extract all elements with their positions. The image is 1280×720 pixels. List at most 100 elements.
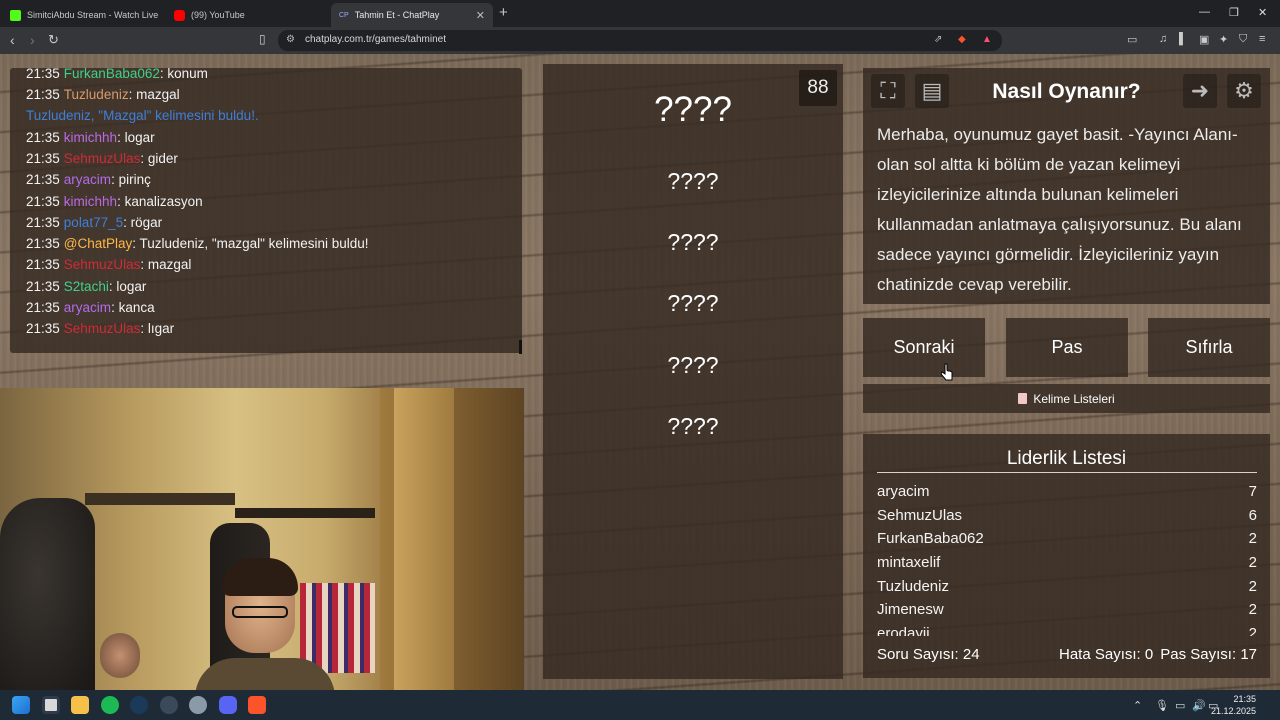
sidebar-icon[interactable]: ▌ — [1179, 33, 1187, 45]
leaderboard-row: FurkanBaba062 2 — [877, 527, 1257, 551]
chat-message: 21:35 polat77_5: rögar — [26, 215, 162, 230]
word-lists-button[interactable]: Kelime Listeleri — [863, 384, 1270, 413]
settings-gear-icon[interactable]: ⚙ — [1227, 74, 1261, 108]
leo-ai-icon[interactable]: ✦ — [1219, 33, 1228, 46]
chat-username[interactable]: @ChatPlay — [64, 236, 132, 251]
tray-chevron-icon[interactable]: ⌃ — [1133, 699, 1142, 712]
mouse-cursor-icon — [941, 363, 953, 381]
next-button[interactable]: Sonraki — [863, 318, 985, 377]
discord-icon[interactable] — [219, 696, 237, 714]
chat-separator: : — [140, 321, 148, 336]
kick-favicon-icon — [10, 9, 21, 21]
leaderboard-row: erodayii 2 — [877, 622, 1257, 636]
chat-message: 21:35 aryacim: pirinç — [26, 172, 151, 187]
tab-title: SimitciAbdu Stream - Watch Live on | — [27, 10, 158, 20]
file-explorer-icon[interactable] — [71, 696, 89, 714]
chat-timestamp: 21:35 — [26, 257, 60, 272]
tab-kick[interactable]: SimitciAbdu Stream - Watch Live on | — [2, 3, 166, 27]
windows-start-icon[interactable] — [12, 696, 30, 714]
spotify-icon[interactable] — [101, 696, 119, 714]
minimize-icon[interactable]: — — [1199, 6, 1210, 18]
leaderboard-name: mintaxelif — [877, 554, 941, 572]
tab-chatplay[interactable]: CP Tahmin Et - ChatPlay ✕ — [331, 3, 493, 27]
menu-icon[interactable]: ≡ — [1259, 33, 1265, 45]
chat-separator: : — [140, 151, 148, 166]
youtube-favicon-icon — [174, 9, 185, 21]
word-lists-label: Kelime Listeleri — [1033, 391, 1115, 406]
bookmark-icon[interactable]: ▯ — [259, 32, 266, 46]
settings-icon[interactable] — [189, 696, 207, 714]
chat-text: kanalizasyon — [124, 194, 203, 209]
brave-shields-icon[interactable]: ◆ — [958, 34, 966, 45]
chat-text: kanca — [118, 300, 155, 315]
share-icon[interactable]: ⇗ — [934, 34, 942, 45]
wallet-icon[interactable]: ▣ — [1199, 33, 1209, 46]
leaderboard-name: erodayii — [877, 625, 930, 636]
reset-button[interactable]: Sıfırla — [1148, 318, 1270, 377]
chat-text: pirinç — [118, 172, 151, 187]
store-icon[interactable] — [42, 696, 60, 714]
chat-scrollbar[interactable] — [519, 340, 522, 354]
url-text[interactable]: chatplay.com.tr/games/tahminet — [305, 34, 446, 45]
reload-icon[interactable]: ↻ — [48, 32, 59, 48]
chat-text: konum — [167, 66, 208, 81]
chat-username[interactable]: aryacim — [64, 300, 111, 315]
leaderboard-title: Liderlik Listesi — [1006, 448, 1127, 469]
system-clock[interactable]: 21:35 21.12.2025 — [1211, 693, 1256, 717]
chat-username[interactable]: SehmuzUlas — [64, 151, 141, 166]
chat-message: 21:35 SehmuzUlas: mazgal — [26, 257, 191, 272]
app-icon[interactable] — [160, 696, 178, 714]
chat-text: mazgal — [147, 257, 192, 272]
chat-username[interactable]: FurkanBaba062 — [64, 66, 160, 81]
back-icon[interactable]: ‹ — [10, 32, 15, 48]
clock-time: 21:35 — [1233, 694, 1256, 704]
restore-icon[interactable]: ❐ — [1229, 6, 1239, 19]
chat-message: 21:35 aryacim: kanca — [26, 300, 155, 315]
brave-browser-icon[interactable] — [248, 696, 266, 714]
leaderboard-score: 2 — [1248, 554, 1257, 572]
chat-timestamp: 21:35 — [26, 300, 60, 315]
chat-username[interactable]: kimichhh — [64, 194, 117, 209]
chat-system-message: Tuzludeniz, "Mazgal" kelimesini buldu!. — [26, 108, 259, 123]
tab-youtube[interactable]: (99) YouTube — [166, 3, 330, 27]
chat-username[interactable]: polat77_5 — [64, 215, 123, 230]
network-icon[interactable]: ▭ — [1175, 699, 1185, 712]
forward-icon[interactable]: › — [30, 32, 35, 48]
clock-date: 21.12.2025 — [1210, 706, 1256, 716]
volume-icon[interactable]: 🔊 — [1192, 699, 1206, 712]
chat-timestamp: 21:35 — [26, 66, 60, 81]
chat-username[interactable]: S2tachi — [64, 279, 109, 294]
chat-username[interactable]: SehmuzUlas — [64, 257, 141, 272]
book-icon — [1018, 393, 1028, 404]
site-info-icon[interactable]: ⚙ — [286, 34, 295, 45]
pass-button[interactable]: Pas — [1006, 318, 1128, 377]
leaderboard-name: FurkanBaba062 — [877, 530, 984, 548]
chat-message: 21:35 SehmuzUlas: gider — [26, 151, 178, 166]
chat-text: lıgar — [147, 321, 175, 336]
forbidden-word: ???? — [667, 352, 719, 378]
chat-text: Tuzludeniz, "mazgal" kelimesini buldu! — [139, 236, 369, 251]
logout-icon[interactable]: ➜ — [1183, 74, 1217, 108]
vpn-icon[interactable]: ⛉ — [1239, 33, 1247, 46]
chat-username[interactable]: SehmuzUlas — [64, 321, 141, 336]
close-window-icon[interactable]: ✕ — [1258, 6, 1267, 19]
error-count: Hata Sayısı: 0 — [1059, 646, 1154, 663]
close-tab-icon[interactable]: ✕ — [476, 9, 485, 22]
forbidden-word: ???? — [667, 168, 719, 194]
chat-username[interactable]: kimichhh — [64, 130, 117, 145]
chat-separator: : — [117, 194, 125, 209]
chat-username[interactable]: Tuzludeniz — [64, 87, 129, 102]
reader-mode-icon[interactable]: ▭ — [1127, 33, 1137, 46]
microphone-icon[interactable]: 🎙 — [1155, 699, 1169, 712]
leaderboard-list[interactable]: aryacim 7 SehmuzUlas 6 FurkanBaba062 2 mintaxe… — [877, 480, 1257, 636]
url-bar[interactable]: ⚙ chatplay.com.tr/games/tahminet ⇗ ◆ ▲ — [278, 30, 1002, 51]
chat-username[interactable]: aryacim — [64, 172, 111, 187]
chat-timestamp: 21:35 — [26, 130, 60, 145]
steam-icon[interactable] — [130, 696, 148, 714]
chat-panel: 21:35 FurkanBaba062: konum 21:35 Tuzludeniz… — [10, 66, 522, 353]
new-tab-icon[interactable]: + — [499, 4, 508, 21]
tab-title: (99) YouTube — [191, 10, 245, 20]
brave-rewards-icon[interactable]: ▲ — [982, 34, 992, 45]
leaderboard-name: Tuzludeniz — [877, 577, 949, 595]
media-icon[interactable]: ♫ — [1159, 33, 1167, 45]
